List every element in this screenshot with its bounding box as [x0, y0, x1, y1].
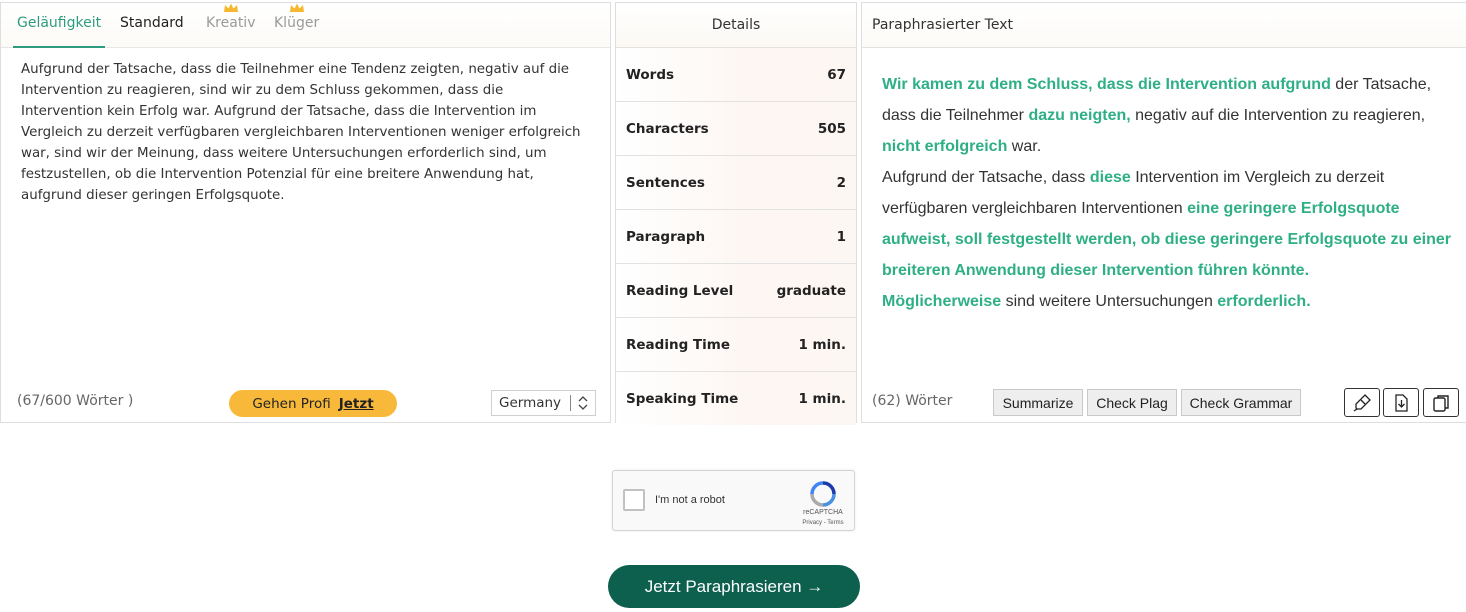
language-value: Germany: [499, 395, 562, 411]
stat-value: 1 min.: [798, 336, 846, 353]
stat-label: Reading Time: [626, 336, 730, 353]
tab-creative[interactable]: Kreativ: [206, 3, 256, 31]
recaptcha-widget: I'm not a robot reCAPTCHA Privacy - Term…: [612, 470, 855, 531]
output-word-count: (62) Wörter: [872, 393, 953, 409]
output-panel: Paraphrasierter Text Wir kamen zu dem Sc…: [861, 2, 1466, 423]
stat-paragraph: Paragraph 1: [616, 210, 856, 264]
stat-words: Words 67: [616, 48, 856, 102]
select-divider: [570, 395, 571, 411]
paraphrase-submit-button[interactable]: Jetzt Paraphrasieren →: [608, 565, 860, 608]
tab-label: Klüger: [274, 15, 320, 31]
unchanged-phrase: negativ auf die Intervention zu reagiere…: [1130, 107, 1426, 124]
stat-reading-level: Reading Level graduate: [616, 264, 856, 318]
stat-label: Speaking Time: [626, 390, 739, 407]
crown-icon: [223, 3, 238, 12]
tab-smarter[interactable]: Klüger: [274, 3, 320, 31]
highlight-button[interactable]: [1344, 388, 1380, 417]
crown-icon: [289, 3, 304, 12]
unchanged-phrase: Aufgrund der Tatsache, dass: [882, 169, 1090, 186]
changed-phrase[interactable]: nicht erfolgreich: [882, 138, 1007, 155]
stat-label: Sentences: [626, 174, 705, 191]
stat-sentences: Sentences 2: [616, 156, 856, 210]
go-pro-button[interactable]: Gehen Profi Jetzt: [229, 390, 397, 417]
changed-phrase[interactable]: Wir kamen zu dem Schluss, dass die Inter…: [882, 76, 1331, 93]
download-button[interactable]: [1383, 388, 1419, 417]
unchanged-phrase: war.: [1007, 138, 1042, 155]
copy-icon: [1433, 394, 1449, 412]
stat-speaking-time: Speaking Time 1 min.: [616, 372, 856, 425]
recaptcha-logo-icon: [810, 481, 836, 507]
stat-label: Words: [626, 66, 675, 83]
check-grammar-button[interactable]: Check Grammar: [1181, 389, 1301, 416]
summarize-button[interactable]: Summarize: [993, 389, 1083, 416]
stat-characters: Characters 505: [616, 102, 856, 156]
input-textarea[interactable]: Aufgrund der Tatsache, dass die Teilnehm…: [21, 59, 587, 206]
changed-phrase[interactable]: Möglicherweise: [882, 293, 1001, 310]
recaptcha-brand: reCAPTCHA: [803, 509, 843, 516]
stat-value: 2: [836, 174, 846, 191]
stat-value: 1 min.: [798, 390, 846, 407]
stat-value: 505: [817, 120, 846, 137]
highlighter-icon: [1353, 393, 1371, 412]
chevron-up-down-icon: [578, 396, 588, 410]
changed-phrase[interactable]: dazu neigten,: [1028, 107, 1130, 124]
download-icon: [1395, 393, 1408, 412]
recaptcha-terms-link[interactable]: Privacy - Terms: [799, 520, 847, 526]
stat-label: Paragraph: [626, 228, 706, 245]
language-select[interactable]: Germany: [491, 390, 596, 416]
recaptcha-label: I'm not a robot: [655, 494, 725, 506]
changed-phrase[interactable]: diese: [1090, 169, 1131, 186]
mode-tabs: Geläufigkeit Standard Kreativ Klüger: [1, 3, 610, 48]
stat-label: Reading Level: [626, 282, 734, 299]
copy-button[interactable]: [1423, 388, 1459, 417]
tab-standard[interactable]: Standard: [120, 15, 184, 31]
input-panel: Geläufigkeit Standard Kreativ Klüger Auf…: [0, 2, 611, 423]
input-word-count: (67/600 Wörter ): [17, 393, 134, 409]
active-tab-indicator: [13, 46, 105, 48]
check-plag-button[interactable]: Check Plag: [1087, 389, 1177, 416]
details-title: Details: [616, 3, 856, 48]
output-title: Paraphrasierter Text: [862, 3, 1466, 48]
recaptcha-checkbox[interactable]: [623, 489, 645, 511]
stat-reading-time: Reading Time 1 min.: [616, 318, 856, 372]
paraphrased-text: Wir kamen zu dem Schluss, dass die Inter…: [882, 69, 1452, 317]
details-panel: Details Words 67 Characters 505 Sentences 2…: [615, 2, 857, 425]
details-list: Words 67 Characters 505 Sentences 2 Paragra…: [616, 48, 856, 425]
stat-value: graduate: [776, 282, 846, 299]
changed-phrase[interactable]: erforderlich.: [1217, 293, 1310, 310]
tab-fluency[interactable]: Geläufigkeit: [17, 15, 101, 31]
go-pro-label: Gehen Profi: [252, 395, 331, 412]
stat-label: Characters: [626, 120, 709, 137]
unchanged-phrase: sind weitere Untersuchungen: [1001, 293, 1218, 310]
stat-value: 67: [827, 66, 846, 83]
tab-label: Kreativ: [206, 15, 256, 31]
stat-value: 1: [836, 228, 846, 245]
go-pro-now: Jetzt: [338, 395, 374, 412]
